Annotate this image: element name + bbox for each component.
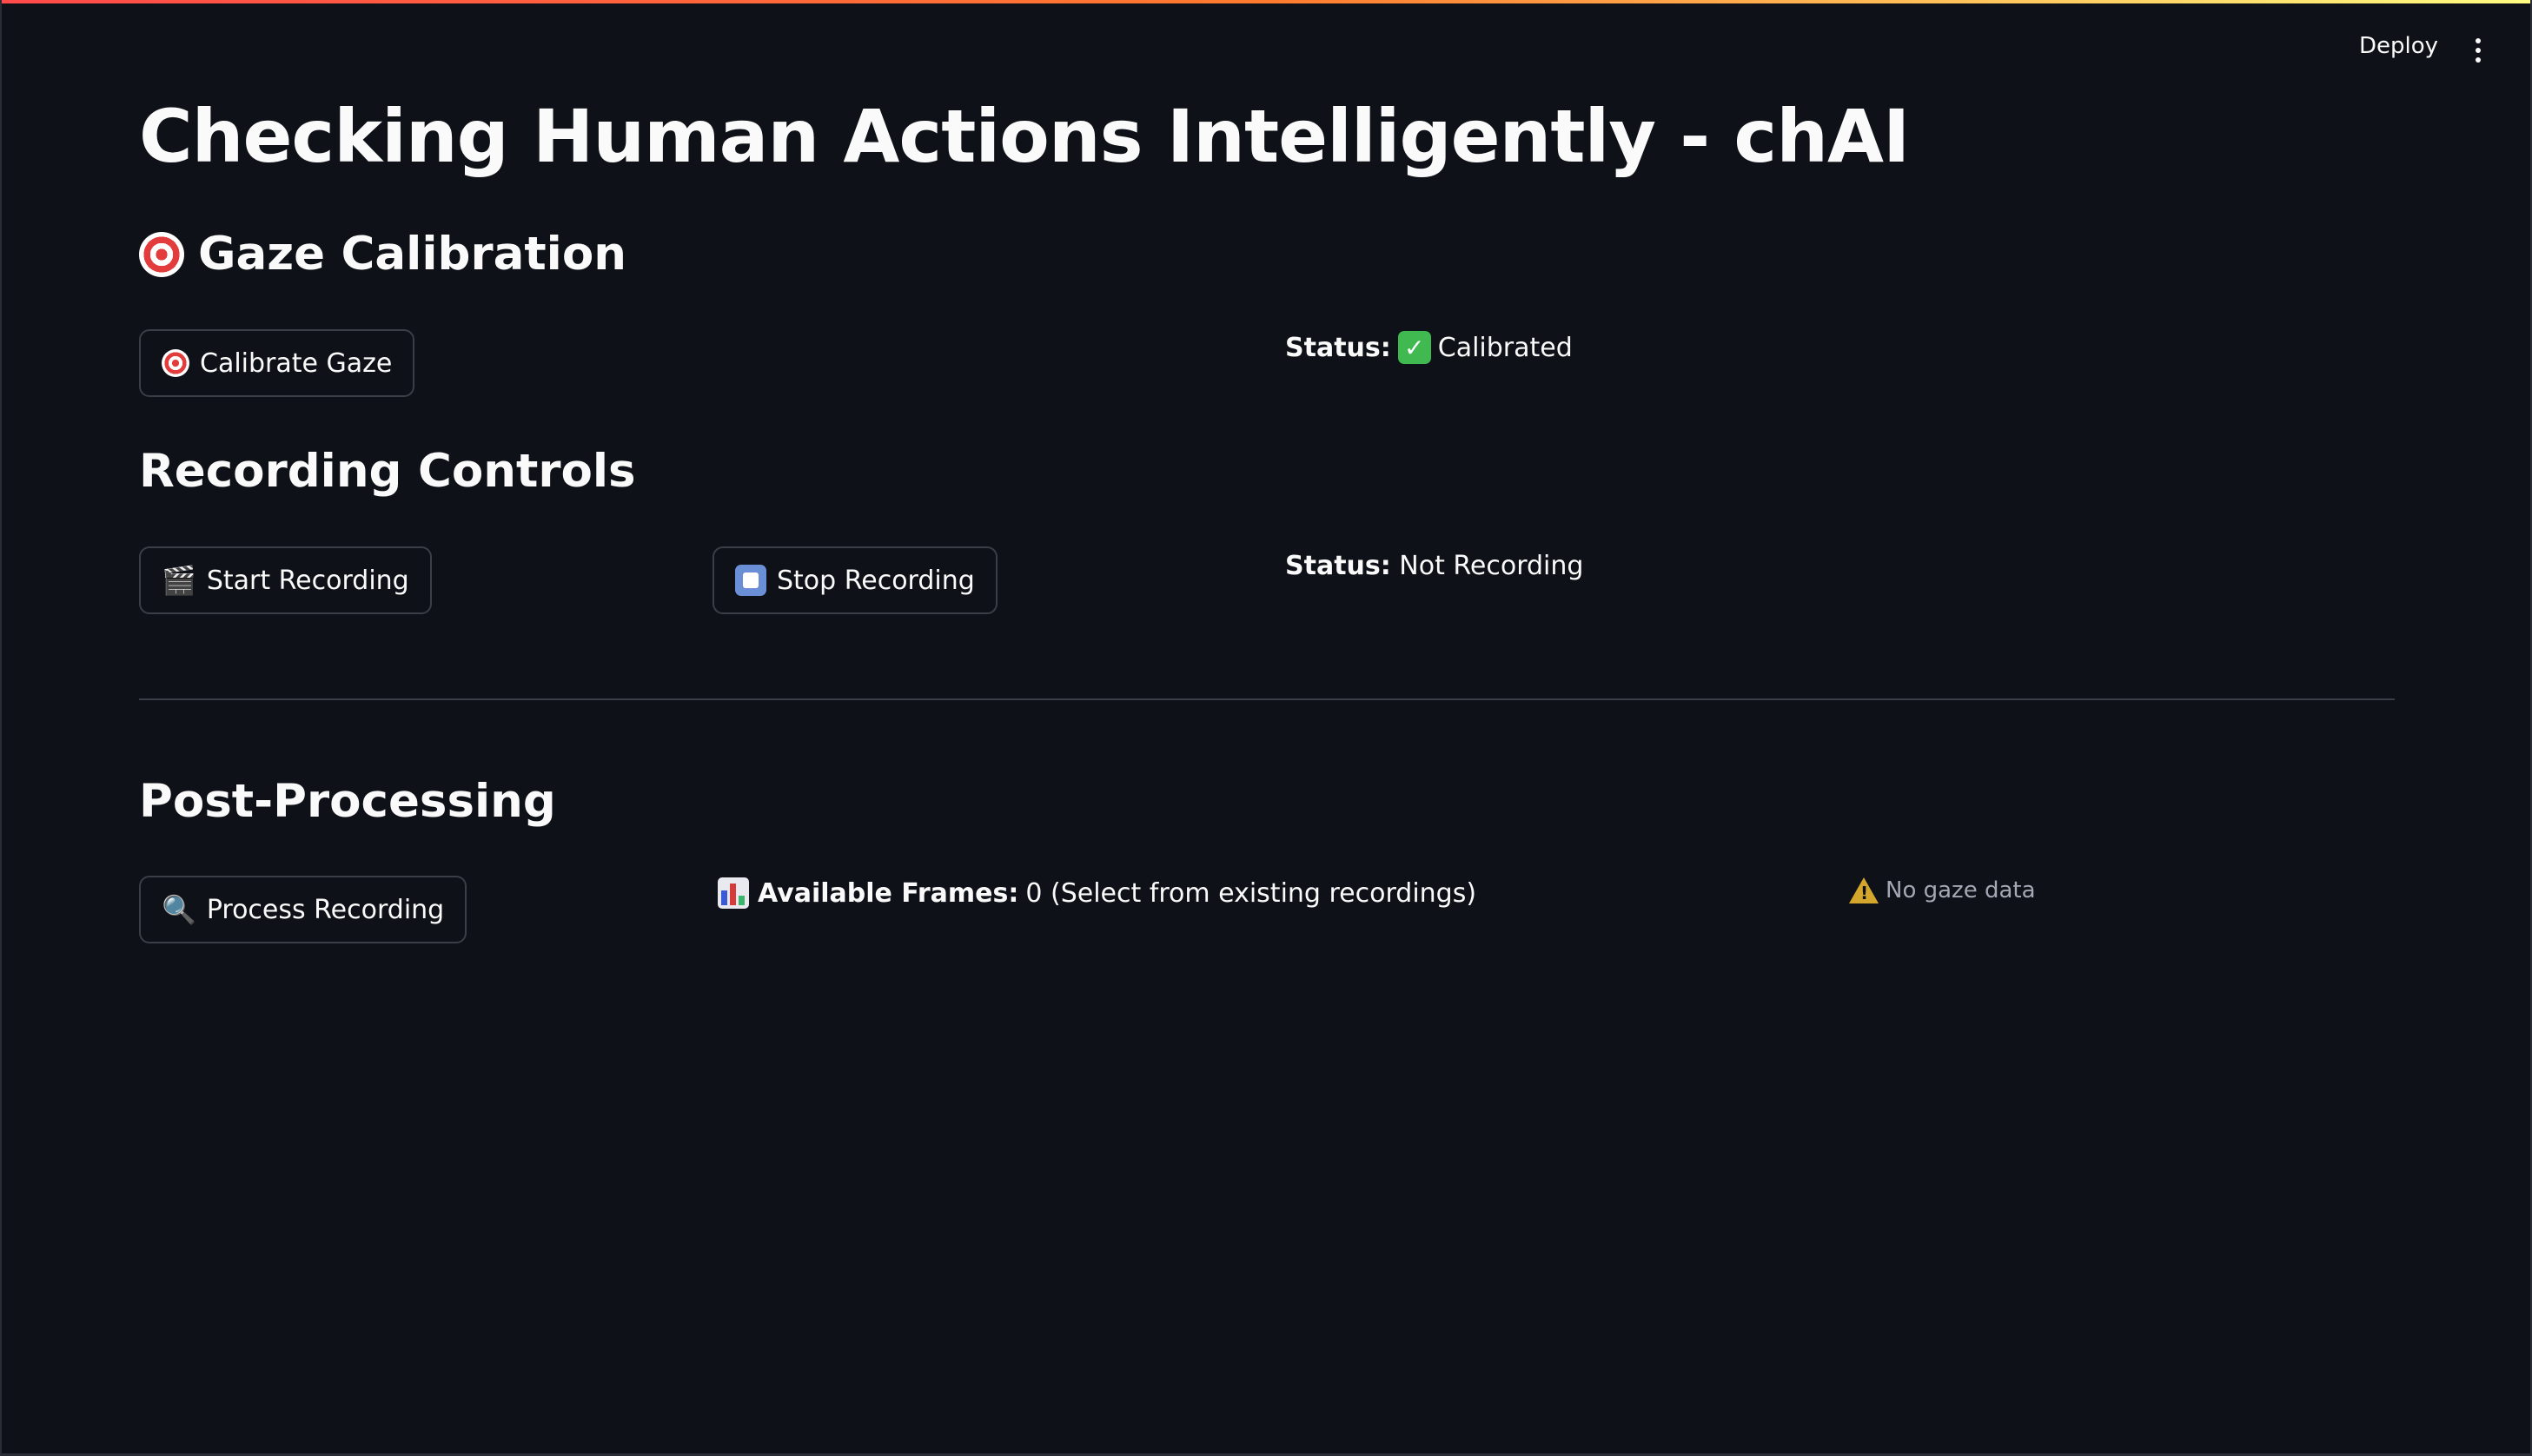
process-recording-label: Process Recording: [206, 894, 445, 925]
recording-status: Status: Not Recording: [1285, 551, 1583, 581]
calibrate-gaze-label: Calibrate Gaze: [200, 347, 393, 379]
section-divider: [139, 698, 2395, 700]
available-frames-value: 0 (Select from existing recordings): [1025, 877, 1477, 909]
window-edge-left: [0, 0, 2, 1456]
stop-recording-button[interactable]: Stop Recording: [713, 546, 998, 614]
target-icon: [139, 231, 184, 277]
stop-recording-label: Stop Recording: [777, 565, 975, 596]
top-decoration-bar: [0, 0, 2532, 3]
no-gaze-warning: No gaze data: [1849, 877, 2036, 903]
bar-chart-icon: [718, 877, 749, 909]
warning-icon: [1849, 877, 1879, 903]
status-label: Status:: [1285, 332, 1391, 363]
recording-status-value: Not Recording: [1399, 551, 1584, 581]
process-recording-button[interactable]: 🔍 Process Recording: [139, 876, 467, 943]
page-title: Checking Human Actions Intelligently - c…: [139, 94, 1910, 179]
check-icon: ✓: [1397, 331, 1431, 364]
start-recording-label: Start Recording: [206, 565, 409, 596]
post-processing-heading: Post-Processing: [139, 775, 556, 828]
clapperboard-icon: 🎬: [162, 564, 196, 597]
app-root: Deploy Checking Human Actions Intelligen…: [0, 0, 2532, 1456]
calibrate-gaze-button[interactable]: Calibrate Gaze: [139, 329, 415, 397]
magnifier-icon: 🔍: [162, 893, 196, 926]
target-icon: [162, 349, 189, 377]
deploy-button[interactable]: Deploy: [2359, 33, 2438, 59]
stop-icon: [735, 565, 766, 596]
start-recording-button[interactable]: 🎬 Start Recording: [139, 546, 432, 614]
recording-controls-heading: Recording Controls: [139, 445, 636, 498]
kebab-menu-icon[interactable]: [2475, 38, 2482, 64]
available-frames-info: Available Frames: 0 (Select from existin…: [718, 877, 1476, 909]
calibration-status: Status: ✓ Calibrated: [1285, 331, 1573, 364]
gaze-calibration-heading: Gaze Calibration: [139, 228, 626, 281]
calibration-status-value: Calibrated: [1437, 332, 1573, 363]
gaze-calibration-heading-text: Gaze Calibration: [198, 228, 626, 281]
status-label: Status:: [1285, 551, 1391, 581]
available-frames-label: Available Frames:: [758, 877, 1019, 909]
no-gaze-warning-text: No gaze data: [1886, 877, 2036, 903]
